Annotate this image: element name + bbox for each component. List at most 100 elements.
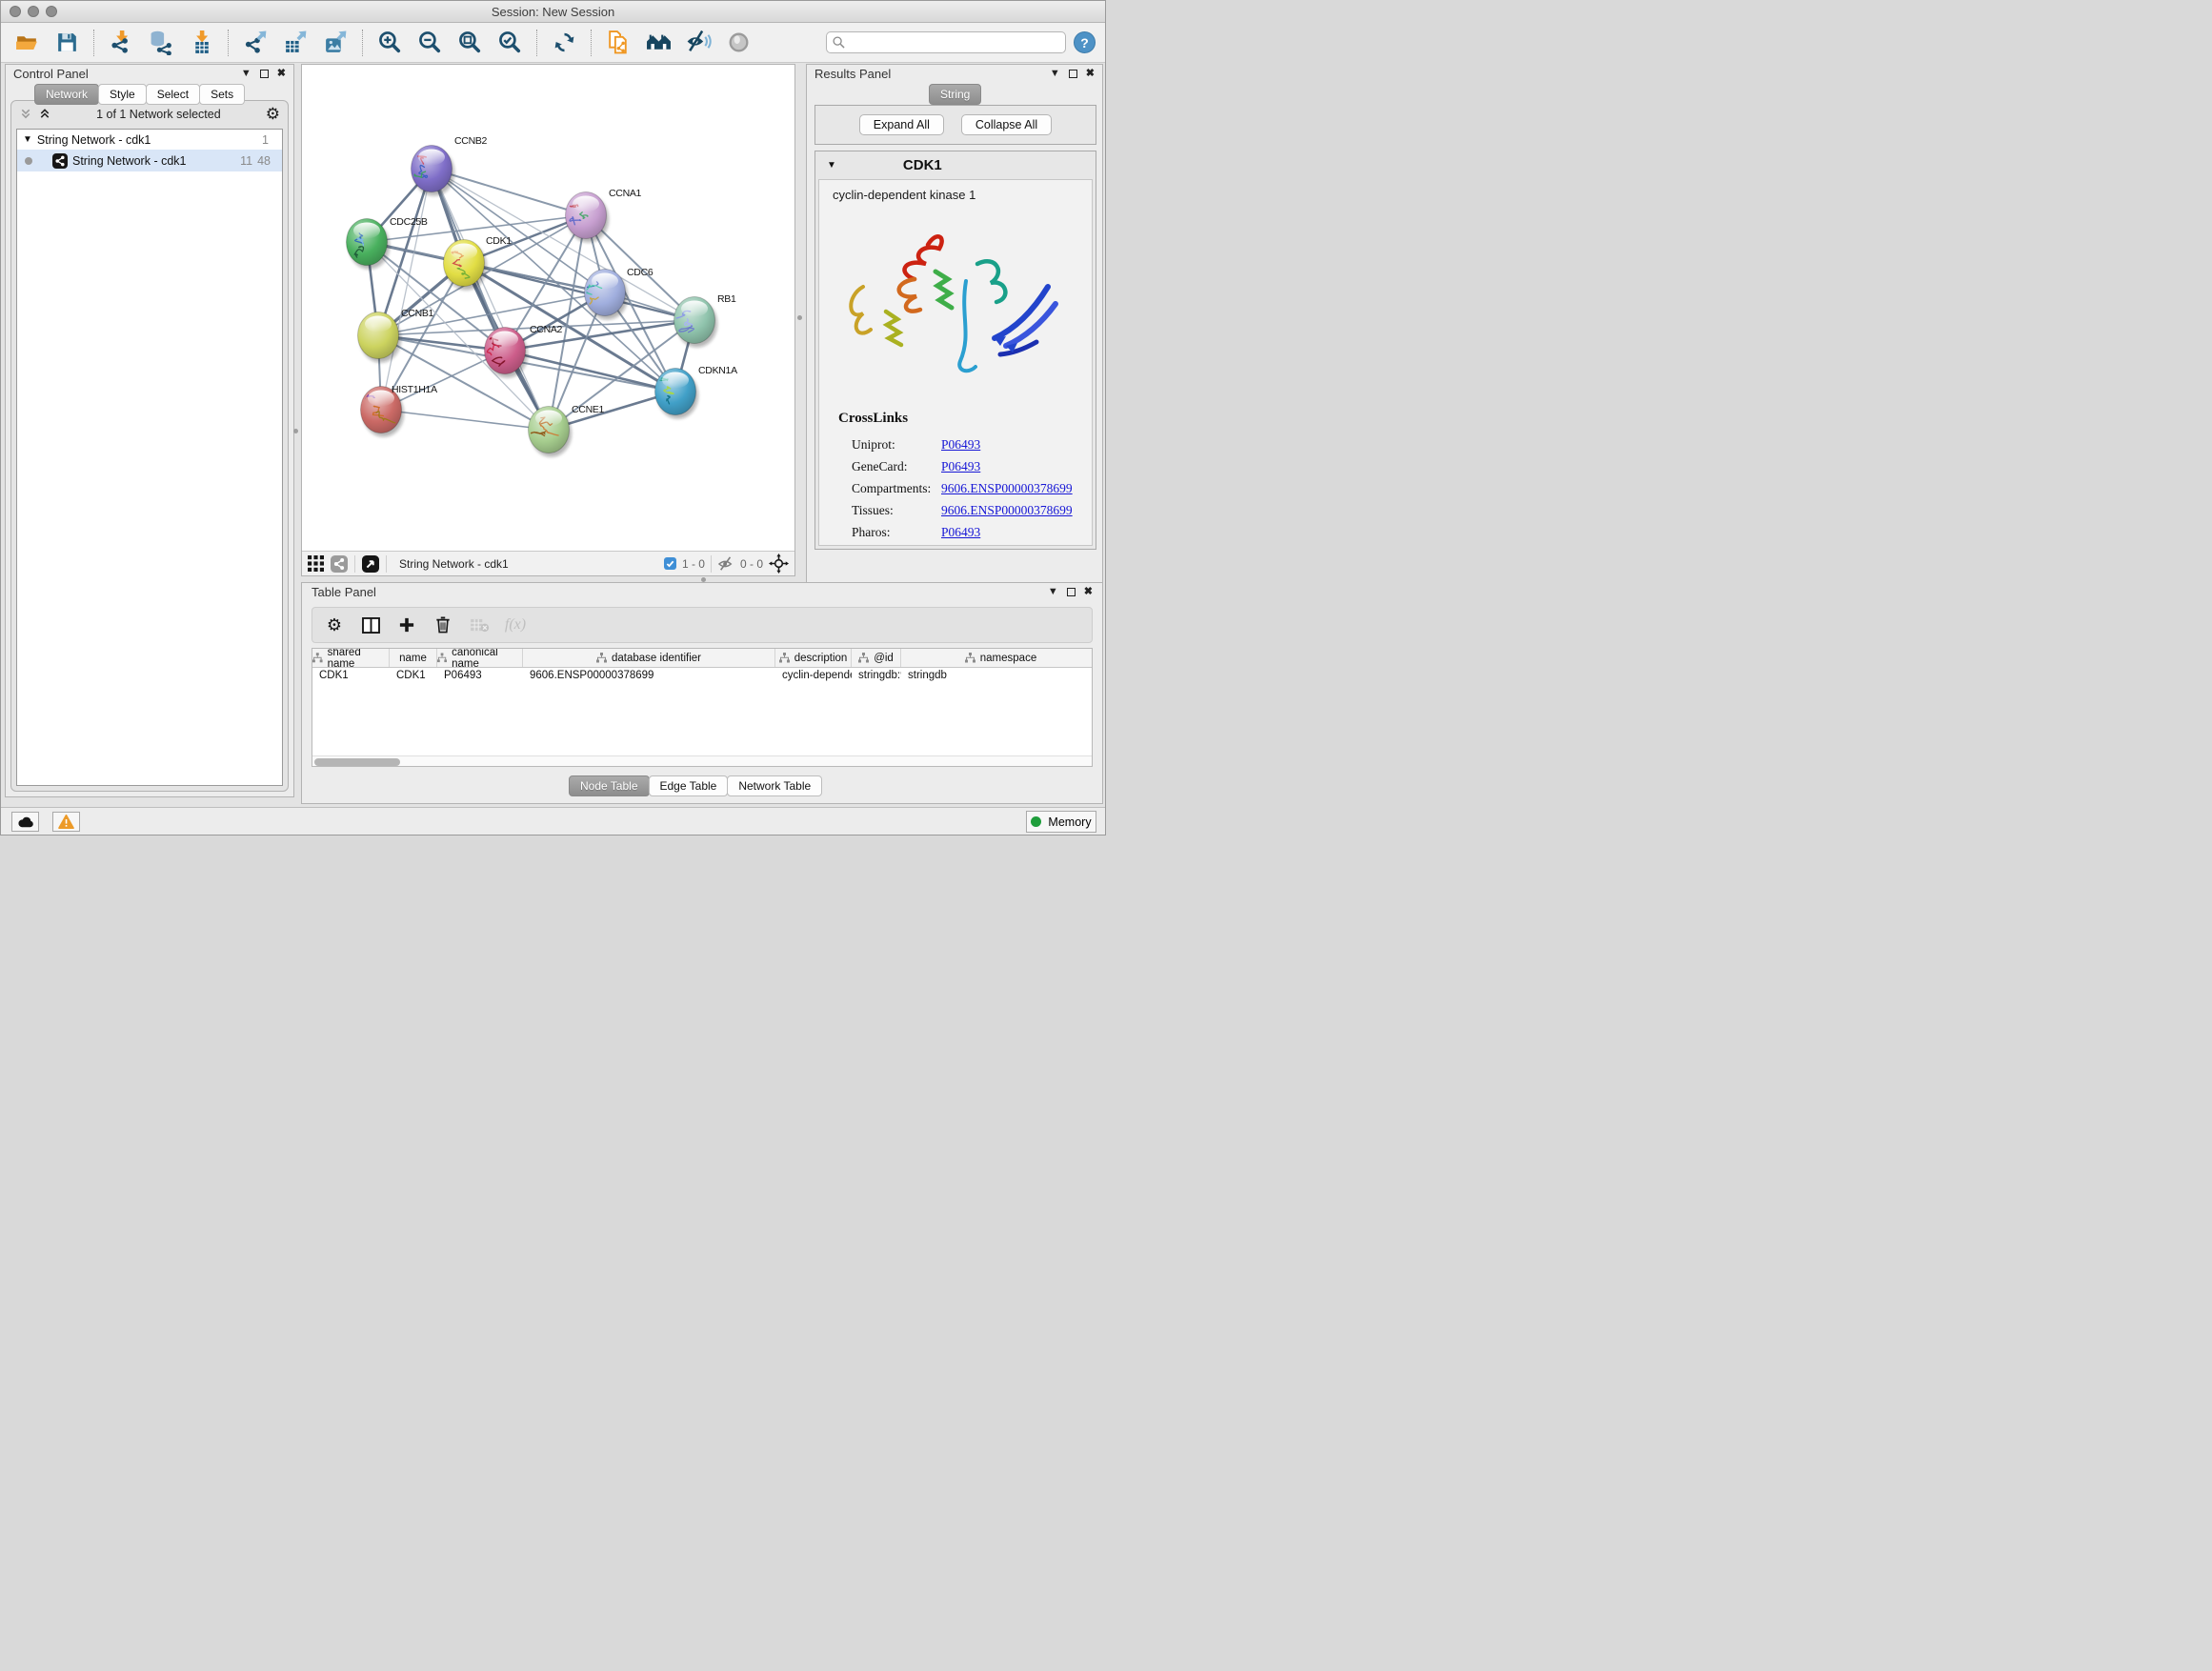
- zoom-out-button[interactable]: [413, 27, 446, 59]
- network-view-panel: CCNB2CCNA1CDC25BCDK1CDC6RB1CCNB1CCNA2CDK…: [301, 64, 795, 576]
- tab-string[interactable]: String: [929, 84, 981, 105]
- table-cell[interactable]: stringdb: [901, 668, 1093, 686]
- search-input[interactable]: [826, 31, 1066, 53]
- panel-menu-icon[interactable]: ▼: [1050, 69, 1060, 79]
- columns-button[interactable]: [358, 613, 383, 637]
- search-icon: [833, 36, 845, 49]
- node-label-CDC25B: CDC25B: [390, 216, 428, 228]
- refresh-layout-button[interactable]: [548, 27, 580, 59]
- grid-view-icon[interactable]: [308, 555, 324, 572]
- cloud-status-button[interactable]: [11, 812, 39, 832]
- trash-button[interactable]: [431, 613, 455, 637]
- left-splitter-handle[interactable]: [293, 429, 298, 433]
- close-panel-icon[interactable]: ✖: [1084, 587, 1093, 597]
- show-eye-button[interactable]: [722, 27, 754, 59]
- float-panel-icon[interactable]: [1067, 588, 1076, 596]
- float-panel-icon[interactable]: [260, 70, 269, 78]
- function-fx-button: f(x): [503, 613, 528, 637]
- export-table-icon: [283, 30, 309, 55]
- column-header-name[interactable]: name: [390, 649, 437, 667]
- zoom-selected-button[interactable]: [493, 27, 526, 59]
- hide-eye-button[interactable]: [682, 27, 714, 59]
- column-header-namespace[interactable]: namespace: [901, 649, 1093, 667]
- table-cell[interactable]: CDK1: [390, 668, 437, 686]
- crosslink-label: Tissues:: [852, 503, 941, 518]
- crosslink-link[interactable]: 9606.ENSP00000378699: [941, 481, 1073, 496]
- zoom-in-button[interactable]: [373, 27, 406, 59]
- open-folder-button[interactable]: [10, 27, 43, 59]
- table-cell[interactable]: stringdb:9...: [852, 668, 901, 686]
- crosslink-link[interactable]: P06493: [941, 525, 980, 540]
- crosslinks-heading: CrossLinks: [838, 411, 908, 427]
- column-header-canonical-name[interactable]: canonical name: [437, 649, 523, 667]
- export-table-button[interactable]: [279, 27, 312, 59]
- table-panel: Table Panel ▼ ✖ ⚙f(x) shared namenamecan…: [301, 582, 1103, 804]
- column-header-@id[interactable]: @id: [852, 649, 901, 667]
- protein-card-header[interactable]: ▼ CDK1: [815, 151, 1096, 178]
- collapse-all-button[interactable]: Collapse All: [961, 114, 1052, 135]
- help-button[interactable]: ?: [1074, 31, 1096, 53]
- gear-button[interactable]: ⚙: [322, 613, 347, 637]
- tab-node-table[interactable]: Node Table: [569, 775, 650, 796]
- table-cell[interactable]: P06493: [437, 668, 523, 686]
- export-network-button[interactable]: [239, 27, 271, 59]
- toolbar-separator: [536, 30, 537, 56]
- column-header-description[interactable]: description: [775, 649, 852, 667]
- double-house-button[interactable]: [642, 27, 674, 59]
- hidden-eye-slash-icon: [717, 556, 734, 572]
- panel-menu-icon[interactable]: ▼: [1048, 587, 1058, 597]
- selection-mode-icon[interactable]: [769, 554, 789, 574]
- collapse-all-icon[interactable]: [19, 108, 32, 120]
- expand-all-icon[interactable]: [38, 108, 51, 120]
- table-cell[interactable]: 9606.ENSP00000378699: [523, 668, 775, 686]
- tab-sets[interactable]: Sets: [199, 84, 245, 105]
- table-horizontal-scrollbar[interactable]: [312, 755, 1092, 766]
- column-network-icon: [437, 653, 447, 663]
- table-cell[interactable]: CDK1: [312, 668, 390, 686]
- tab-network-table[interactable]: Network Table: [727, 775, 822, 796]
- crosslink-link[interactable]: 9606.ENSP00000378699: [941, 503, 1073, 518]
- control-panel-title: Control Panel: [13, 67, 89, 81]
- export-image-button[interactable]: [319, 27, 352, 59]
- column-header-shared-name[interactable]: shared name: [312, 649, 390, 667]
- network-row-selected[interactable]: String Network - cdk1 11 48: [17, 150, 282, 171]
- bottom-splitter-handle[interactable]: [701, 577, 706, 582]
- crosslink-link[interactable]: P06493: [941, 459, 980, 474]
- float-panel-icon[interactable]: [1069, 70, 1077, 78]
- network-collection-row[interactable]: ▼ String Network - cdk1 1: [17, 130, 282, 150]
- right-splitter-handle[interactable]: [797, 315, 802, 320]
- panel-menu-icon[interactable]: ▼: [241, 69, 251, 79]
- share-view-icon[interactable]: [331, 555, 348, 573]
- tab-select[interactable]: Select: [146, 84, 200, 105]
- save-session-button[interactable]: [50, 27, 83, 59]
- document-share-button[interactable]: [602, 27, 634, 59]
- open-folder-icon: [14, 30, 40, 55]
- import-network-database-button[interactable]: [145, 27, 177, 59]
- plus-button[interactable]: [394, 613, 419, 637]
- selected-checkbox-icon[interactable]: [664, 557, 676, 570]
- close-panel-icon[interactable]: ✖: [277, 69, 286, 79]
- import-network-database-icon: [149, 30, 174, 55]
- expand-all-button[interactable]: Expand All: [859, 114, 944, 135]
- protein-disclosure-icon[interactable]: ▼: [827, 160, 836, 171]
- tab-edge-table[interactable]: Edge Table: [649, 775, 729, 796]
- zoom-fit-button[interactable]: [453, 27, 486, 59]
- protein-description: cyclin-dependent kinase 1: [819, 180, 1092, 202]
- column-header-database-identifier[interactable]: database identifier: [523, 649, 775, 667]
- tab-style[interactable]: Style: [98, 84, 147, 105]
- close-panel-icon[interactable]: ✖: [1086, 69, 1095, 79]
- table-cell[interactable]: cyclin-dependent ...: [775, 668, 852, 686]
- table-row[interactable]: CDK1CDK1P064939606.ENSP00000378699cyclin…: [312, 668, 1092, 686]
- scrollbar-thumb[interactable]: [314, 758, 400, 766]
- network-options-gear-icon[interactable]: ⚙: [266, 106, 280, 122]
- birdseye-view-icon[interactable]: [362, 555, 379, 573]
- warnings-button[interactable]: [52, 812, 80, 832]
- collection-disclosure-icon[interactable]: ▼: [23, 134, 32, 145]
- import-network-button[interactable]: [105, 27, 137, 59]
- crosslink-link[interactable]: P06493: [941, 437, 980, 453]
- tab-network[interactable]: Network: [34, 84, 99, 105]
- network-canvas[interactable]: CCNB2CCNA1CDC25BCDK1CDC6RB1CCNB1CCNA2CDK…: [302, 65, 794, 551]
- import-table-button[interactable]: [185, 27, 217, 59]
- memory-button[interactable]: Memory: [1026, 811, 1096, 833]
- column-network-icon: [779, 653, 790, 663]
